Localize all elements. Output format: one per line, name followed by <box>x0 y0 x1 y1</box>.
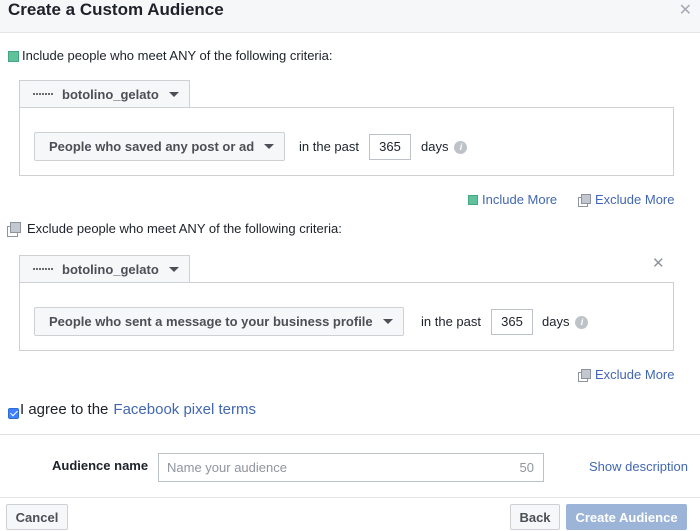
include-in-the-past-label: in the past <box>299 139 359 154</box>
include-heading-text: Include people who meet ANY of the follo… <box>22 48 333 63</box>
back-button[interactable]: Back <box>510 504 560 530</box>
audience-name-field: 50 <box>158 453 544 482</box>
remove-exclusion-icon[interactable]: ✕ <box>652 256 665 271</box>
terms-checkbox[interactable] <box>8 407 19 419</box>
include-source-name: botolino_gelato <box>62 86 159 102</box>
exclude-icon <box>7 221 22 237</box>
terms-agreement-row: I agree to the Facebook pixel terms <box>8 401 256 419</box>
include-rule-dropdown[interactable]: People who saved any post or ad <box>34 132 286 161</box>
include-criteria-heading: Include people who meet ANY of the follo… <box>8 48 333 64</box>
pixel-terms-link[interactable]: Facebook pixel terms <box>113 401 256 419</box>
exclude-icon <box>578 368 591 382</box>
create-audience-button[interactable]: Create Audience <box>566 504 687 530</box>
exclude-days-input[interactable]: 365 <box>491 309 533 335</box>
exclude-more-link[interactable]: Exclude More <box>578 367 674 383</box>
brand-logo-icon <box>32 90 54 99</box>
exclude-more-label: Exclude More <box>595 192 675 207</box>
exclude-heading-text: Exclude people who meet ANY of the follo… <box>27 221 342 236</box>
show-description-link[interactable]: Show description <box>589 459 688 474</box>
exclude-days-label: days <box>542 314 570 329</box>
chevron-down-icon <box>168 266 179 272</box>
include-days-label: days <box>421 139 449 154</box>
include-rule-label: People who saved any post or ad <box>49 139 255 154</box>
close-icon[interactable]: ✕ <box>679 3 692 19</box>
dialog-title: Create a Custom Audience <box>8 0 224 19</box>
include-more-label: Include More <box>482 192 558 207</box>
include-source-dropdown[interactable]: botolino_gelato <box>19 80 190 107</box>
include-rule-box: People who saved any post or ad in the p… <box>19 107 674 176</box>
cancel-button[interactable]: Cancel <box>6 504 68 530</box>
brand-logo-icon <box>32 265 54 274</box>
exclude-days-row: days i <box>542 314 589 330</box>
include-icon <box>8 50 19 62</box>
exclude-icon <box>578 193 591 207</box>
dialog-header: Create a Custom Audience ✕ <box>0 0 700 33</box>
audience-name-label: Audience name <box>52 458 149 473</box>
chevron-down-icon <box>382 319 393 324</box>
exclude-rule-box: People who sent a message to your busine… <box>19 282 674 351</box>
info-icon[interactable]: i <box>575 315 589 329</box>
chevron-down-icon <box>264 144 275 149</box>
exclude-rule-label: People who sent a message to your busine… <box>49 314 373 329</box>
footer-divider <box>0 497 700 498</box>
audience-name-input[interactable] <box>159 454 489 481</box>
exclude-rule-dropdown[interactable]: People who sent a message to your busine… <box>34 307 404 336</box>
terms-text: I agree to the <box>20 401 109 418</box>
include-days-input[interactable]: 365 <box>369 134 411 160</box>
char-limit-counter: 50 <box>519 460 534 475</box>
include-more-link[interactable]: Include More <box>468 192 557 208</box>
exclude-source-name: botolino_gelato <box>62 261 159 277</box>
include-icon <box>468 195 478 205</box>
chevron-down-icon <box>168 91 179 97</box>
section-divider <box>0 434 700 435</box>
exclude-in-the-past-label: in the past <box>421 314 481 329</box>
include-days-row: days i <box>421 139 468 155</box>
exclude-source-dropdown[interactable]: botolino_gelato <box>19 255 190 282</box>
include-section-exclude-more-link[interactable]: Exclude More <box>578 192 674 208</box>
exclude-criteria-heading: Exclude people who meet ANY of the follo… <box>7 221 342 237</box>
exclude-more-label: Exclude More <box>595 367 675 382</box>
info-icon[interactable]: i <box>454 140 468 154</box>
